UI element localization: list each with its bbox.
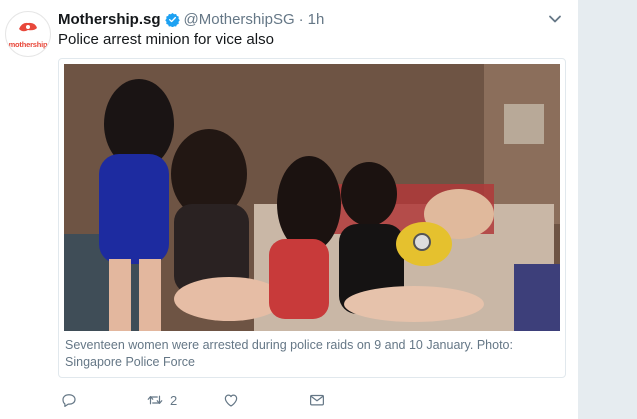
media-card[interactable]: Seventeen women were arrested during pol… xyxy=(58,58,566,378)
header-separator: · xyxy=(298,10,304,28)
photo-illustration xyxy=(64,64,560,331)
like-button[interactable] xyxy=(222,391,246,409)
avatar[interactable]: mothership xyxy=(5,11,51,57)
page-background-gutter xyxy=(578,0,637,419)
chevron-down-icon[interactable] xyxy=(548,12,562,26)
photo-caption: Seventeen women were arrested during pol… xyxy=(65,338,513,369)
tweet-header: Mothership.sg @MothershipSG · 1h xyxy=(58,10,324,28)
retweet-count: 2 xyxy=(170,392,178,408)
like-icon xyxy=(225,394,238,407)
reply-icon xyxy=(62,394,76,407)
direct-message-button[interactable] xyxy=(308,391,326,409)
display-name[interactable]: Mothership.sg xyxy=(58,11,161,28)
tweet-text: Police arrest minion for vice also xyxy=(58,31,274,48)
tweet-card[interactable]: mothership Mothership.sg @MothershipSG ·… xyxy=(0,0,578,419)
verified-badge-icon xyxy=(164,12,180,27)
tweet-photo[interactable] xyxy=(64,64,560,331)
avatar-logo-text: mothership xyxy=(8,40,48,49)
tweet-actions: 2 xyxy=(58,390,326,410)
retweet-button[interactable]: 2 xyxy=(146,391,177,409)
mothership-logo-icon xyxy=(19,22,37,32)
user-handle[interactable]: @MothershipSG xyxy=(184,11,295,28)
direct-message-icon xyxy=(310,394,325,406)
tweet-timestamp[interactable]: 1h xyxy=(308,11,325,28)
retweet-icon xyxy=(147,395,163,405)
reply-button[interactable] xyxy=(60,391,84,409)
